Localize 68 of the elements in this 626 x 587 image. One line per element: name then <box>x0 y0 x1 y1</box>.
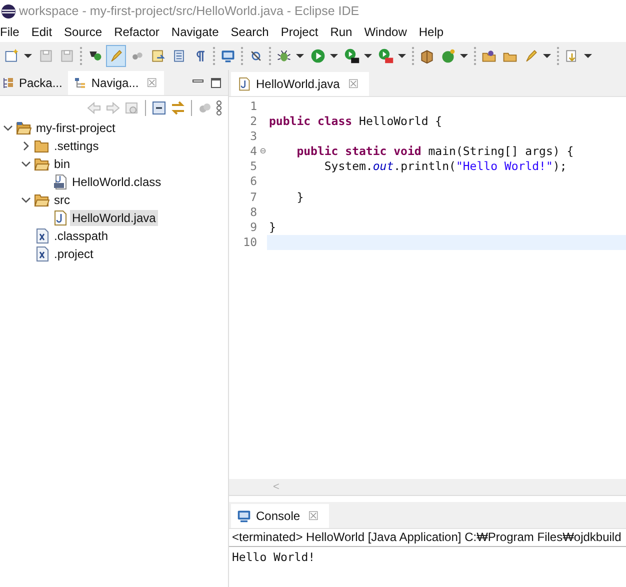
dropdown-arrow-icon[interactable] <box>330 54 338 58</box>
dropdown-arrow-icon[interactable] <box>24 54 32 58</box>
chevron-down-icon[interactable] <box>3 123 13 133</box>
line-number: 6 <box>250 174 257 190</box>
dropdown-arrow-icon[interactable] <box>398 54 406 58</box>
code-line: } <box>296 190 305 205</box>
console-output: Hello World! <box>231 549 316 566</box>
view-menu-icon[interactable] <box>216 100 222 116</box>
dropdown-arrow-icon[interactable] <box>364 54 372 58</box>
navigator-icon <box>74 77 86 89</box>
tree-item[interactable]: src <box>52 192 72 208</box>
project-folder-icon <box>16 120 32 136</box>
menu-item[interactable]: Edit <box>31 25 52 39</box>
tree-item[interactable]: HelloWorld.class <box>70 174 164 190</box>
console-tab[interactable]: Console ☒ <box>231 504 330 528</box>
window-title: workspace - my-first-project/src/HelloWorld.java - Eclipse IDE <box>19 4 360 18</box>
folder-icon <box>34 156 50 172</box>
code-line: public class HelloWorld { <box>268 114 444 130</box>
chevron-down-icon[interactable] <box>21 195 31 205</box>
fold-toggle[interactable]: ⊖ <box>260 144 266 160</box>
xml-file-icon <box>34 246 50 262</box>
menu-item[interactable]: File <box>0 25 20 39</box>
folder-icon <box>34 138 50 154</box>
editor-tab[interactable]: HelloWorld.java ☒ <box>231 72 369 96</box>
tree-item[interactable]: my-first-project <box>34 120 118 136</box>
view-tab[interactable]: Packa... <box>0 71 68 95</box>
line-number: 1 <box>250 99 257 114</box>
menu-item[interactable]: Refactor <box>114 25 160 39</box>
tree-item[interactable]: .classpath <box>52 228 110 244</box>
line-number: 8 <box>250 204 257 220</box>
java-file-icon <box>52 210 68 226</box>
java-file-icon <box>237 77 251 91</box>
tree-item[interactable]: HelloWorld.java <box>70 210 158 226</box>
console-status: <terminated> HelloWorld [Java Application] C:₩Program Files₩ojdkbuild <box>229 529 626 547</box>
menu-item[interactable]: Source <box>64 25 102 39</box>
view-tab[interactable]: Naviga... ☒ <box>68 71 164 95</box>
line-number: 2 <box>250 114 257 130</box>
folder-icon <box>34 192 50 208</box>
line-number: 7 <box>250 190 257 205</box>
console-icon <box>237 509 251 523</box>
menu-item[interactable]: Navigate <box>171 25 219 39</box>
line-number: 5 <box>250 159 257 174</box>
menu-item[interactable]: Search <box>230 25 269 39</box>
package-tree-icon <box>2 77 14 89</box>
dropdown-arrow-icon[interactable] <box>296 54 304 58</box>
line-number: 4 <box>250 144 257 160</box>
tree-item[interactable]: .project <box>52 246 96 262</box>
maximize-icon[interactable] <box>210 77 222 89</box>
code-line: System.out.println("Hello World!"); <box>323 159 568 174</box>
code-line: public static void main(String[] args) { <box>296 144 575 160</box>
collapse-all-icon[interactable] <box>151 100 167 116</box>
dropdown-arrow-icon[interactable] <box>460 54 468 58</box>
code-line: } <box>268 220 277 235</box>
line-number: 10 <box>243 234 257 250</box>
xml-file-icon <box>34 228 50 244</box>
tree-item[interactable]: .settings <box>52 138 101 154</box>
tree-item[interactable]: bin <box>52 156 72 172</box>
menu-item[interactable]: Help <box>418 25 444 39</box>
menu-item[interactable]: Project <box>280 25 318 39</box>
dropdown-arrow-icon[interactable] <box>543 54 551 58</box>
menu-item[interactable]: Window <box>364 25 407 39</box>
class-file-icon <box>52 174 68 190</box>
chevron-down-icon[interactable] <box>21 159 31 169</box>
menu-item[interactable]: Run <box>330 25 352 39</box>
line-number: 9 <box>250 220 257 235</box>
dropdown-arrow-icon[interactable] <box>584 54 592 58</box>
chevron-right-icon[interactable] <box>21 141 31 151</box>
line-number: 3 <box>250 129 257 144</box>
